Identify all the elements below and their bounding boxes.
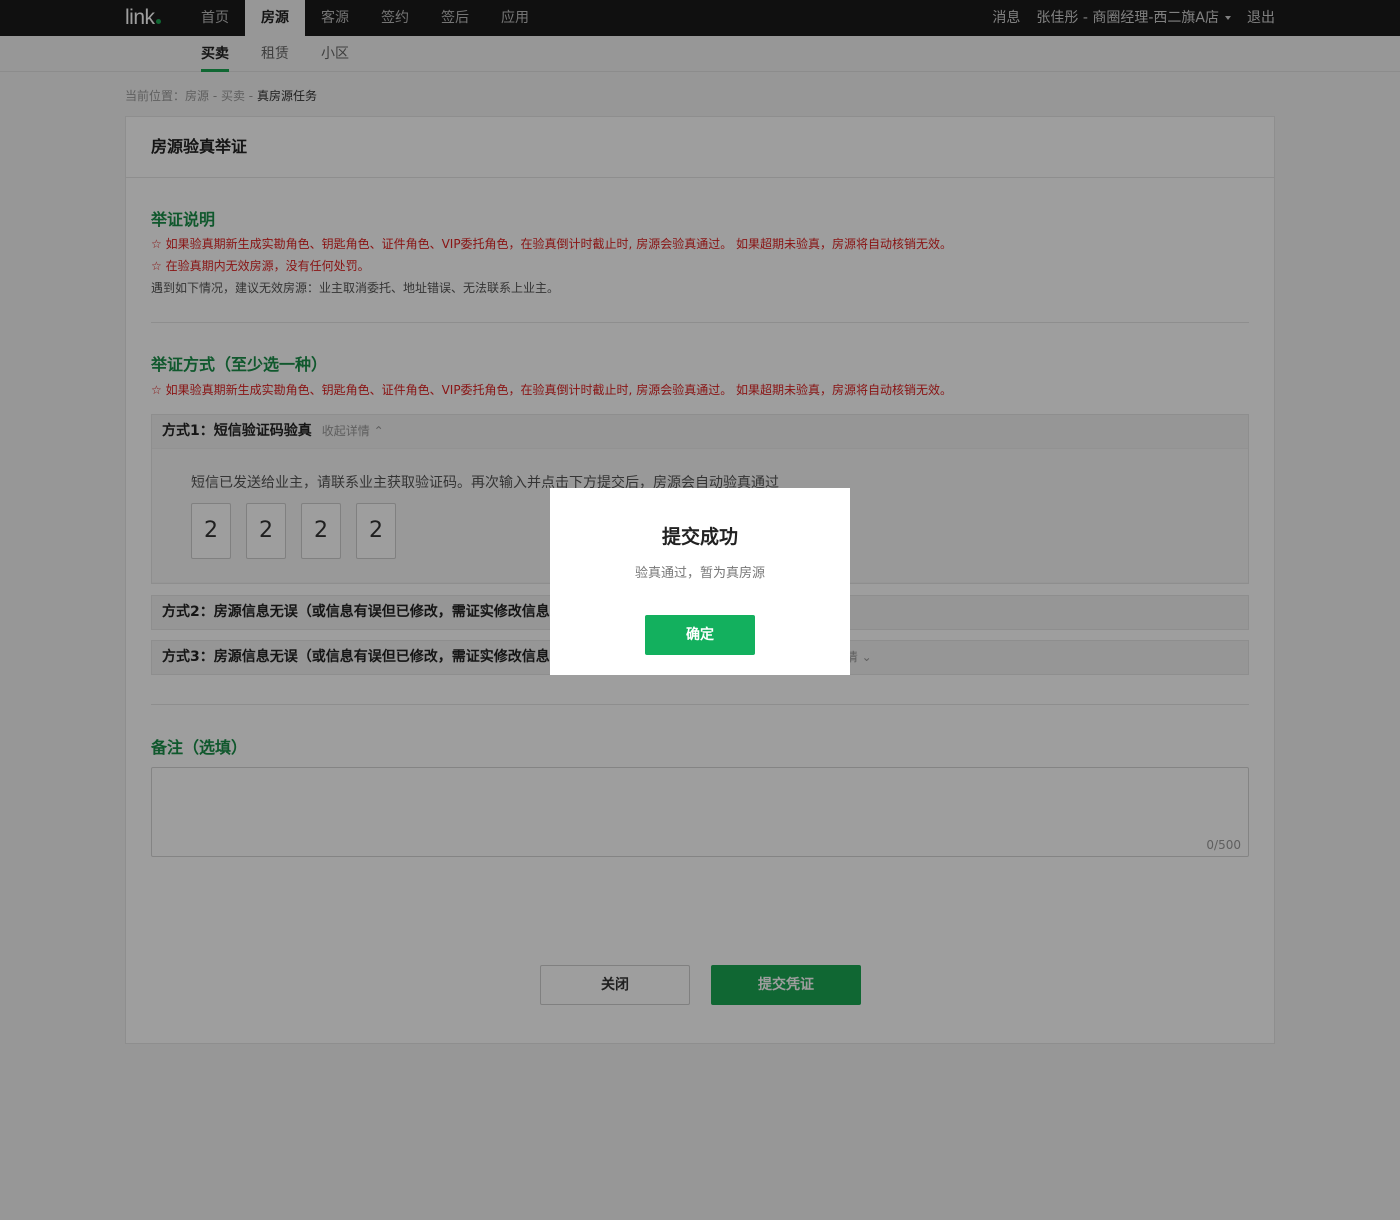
dialog-message: 验真通过，暂为真房源 bbox=[634, 566, 765, 581]
confirm-button[interactable]: 确定 bbox=[645, 615, 755, 655]
success-dialog: 提交成功 验真通过，暂为真房源 确定 bbox=[550, 488, 850, 675]
dialog-title: 提交成功 bbox=[661, 526, 738, 548]
